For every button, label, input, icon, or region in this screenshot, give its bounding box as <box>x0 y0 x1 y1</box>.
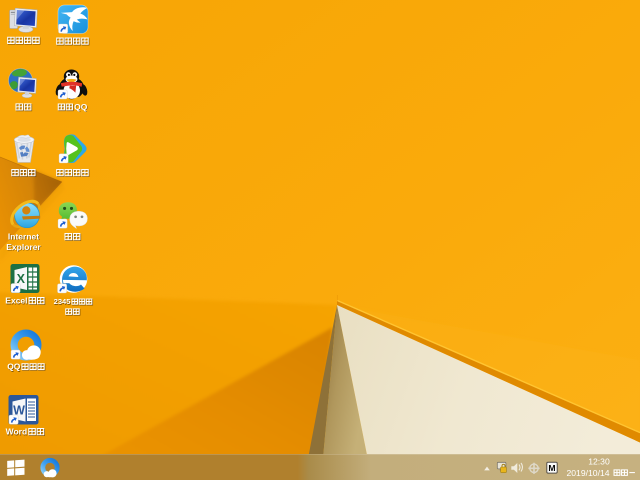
svg-text:Explorer: Explorer <box>6 242 41 252</box>
svg-text:Word: Word <box>6 427 28 437</box>
svg-text:12:30: 12:30 <box>588 457 610 467</box>
svg-text:Internet: Internet <box>8 231 39 241</box>
svg-text:Excel: Excel <box>5 296 27 306</box>
svg-text:2019/10/14: 2019/10/14 <box>567 468 610 478</box>
svg-text:QQ: QQ <box>74 102 88 112</box>
svg-text:M: M <box>548 463 555 473</box>
svg-text:2345: 2345 <box>54 297 72 306</box>
svg-text:QQ: QQ <box>7 362 21 372</box>
